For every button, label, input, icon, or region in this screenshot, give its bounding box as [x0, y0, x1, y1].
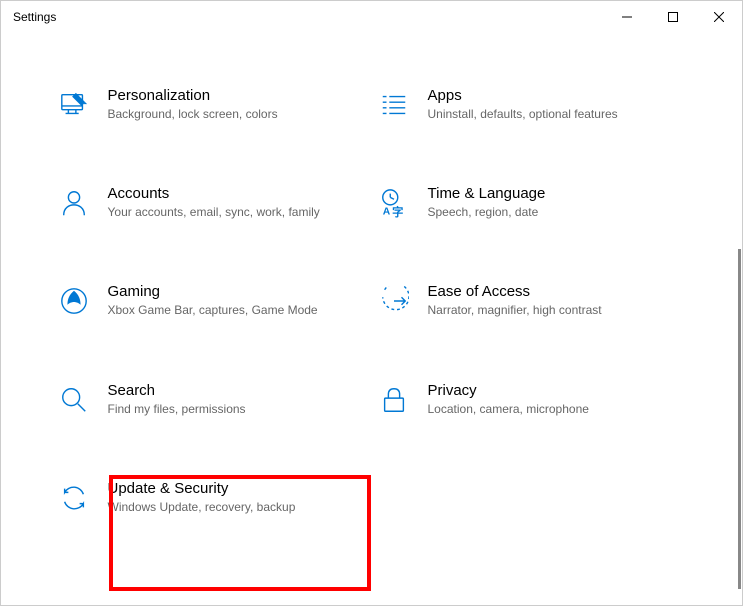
maximize-button[interactable]: [650, 1, 696, 33]
search-icon: [58, 384, 90, 416]
item-text: Accounts Your accounts, email, sync, wor…: [108, 185, 321, 220]
settings-grid: Personalization Background, lock screen,…: [52, 83, 692, 519]
item-text: Search Find my files, permissions: [108, 382, 321, 417]
item-title: Personalization: [108, 87, 321, 104]
settings-item-gaming[interactable]: Gaming Xbox Game Bar, captures, Game Mod…: [52, 279, 327, 322]
item-desc: Background, lock screen, colors: [108, 106, 321, 122]
item-text: Update & Security Windows Update, recove…: [108, 480, 321, 515]
window-titlebar: Settings: [1, 1, 742, 33]
settings-item-apps[interactable]: Apps Uninstall, defaults, optional featu…: [372, 83, 647, 126]
item-desc: Find my files, permissions: [108, 401, 321, 417]
settings-item-privacy[interactable]: Privacy Location, camera, microphone: [372, 378, 647, 421]
item-text: Gaming Xbox Game Bar, captures, Game Mod…: [108, 283, 321, 318]
privacy-icon: [378, 384, 410, 416]
item-title: Gaming: [108, 283, 321, 300]
scrollbar[interactable]: [738, 249, 741, 589]
item-desc: Narrator, magnifier, high contrast: [428, 302, 641, 318]
item-text: Apps Uninstall, defaults, optional featu…: [428, 87, 641, 122]
settings-item-search[interactable]: Search Find my files, permissions: [52, 378, 327, 421]
item-title: Search: [108, 382, 321, 399]
gaming-icon: [58, 285, 90, 317]
item-text: Personalization Background, lock screen,…: [108, 87, 321, 122]
item-title: Accounts: [108, 185, 321, 202]
item-desc: Xbox Game Bar, captures, Game Mode: [108, 302, 321, 318]
window-controls: [604, 1, 742, 33]
item-title: Update & Security: [108, 480, 321, 497]
item-title: Privacy: [428, 382, 641, 399]
item-desc: Speech, region, date: [428, 204, 641, 220]
svg-text:A: A: [382, 206, 390, 217]
item-desc: Location, camera, microphone: [428, 401, 641, 417]
item-text: Time & Language Speech, region, date: [428, 185, 641, 220]
svg-text:字: 字: [392, 205, 403, 218]
item-desc: Windows Update, recovery, backup: [108, 499, 321, 515]
accounts-icon: [58, 187, 90, 219]
settings-item-ease-of-access[interactable]: Ease of Access Narrator, magnifier, high…: [372, 279, 647, 322]
settings-item-time-language[interactable]: A字 Time & Language Speech, region, date: [372, 181, 647, 224]
update-security-icon: [58, 482, 90, 514]
settings-item-update-security[interactable]: Update & Security Windows Update, recove…: [52, 476, 327, 519]
item-title: Time & Language: [428, 185, 641, 202]
item-text: Privacy Location, camera, microphone: [428, 382, 641, 417]
item-desc: Uninstall, defaults, optional features: [428, 106, 641, 122]
minimize-button[interactable]: [604, 1, 650, 33]
settings-content: Personalization Background, lock screen,…: [1, 33, 742, 605]
item-title: Ease of Access: [428, 283, 641, 300]
item-desc: Your accounts, email, sync, work, family: [108, 204, 321, 220]
settings-item-personalization[interactable]: Personalization Background, lock screen,…: [52, 83, 327, 126]
window-title: Settings: [13, 10, 56, 24]
item-text: Ease of Access Narrator, magnifier, high…: [428, 283, 641, 318]
personalization-icon: [58, 89, 90, 121]
close-button[interactable]: [696, 1, 742, 33]
time-language-icon: A字: [378, 187, 410, 219]
apps-icon: [378, 89, 410, 121]
ease-of-access-icon: [378, 285, 410, 317]
item-title: Apps: [428, 87, 641, 104]
settings-item-accounts[interactable]: Accounts Your accounts, email, sync, wor…: [52, 181, 327, 224]
